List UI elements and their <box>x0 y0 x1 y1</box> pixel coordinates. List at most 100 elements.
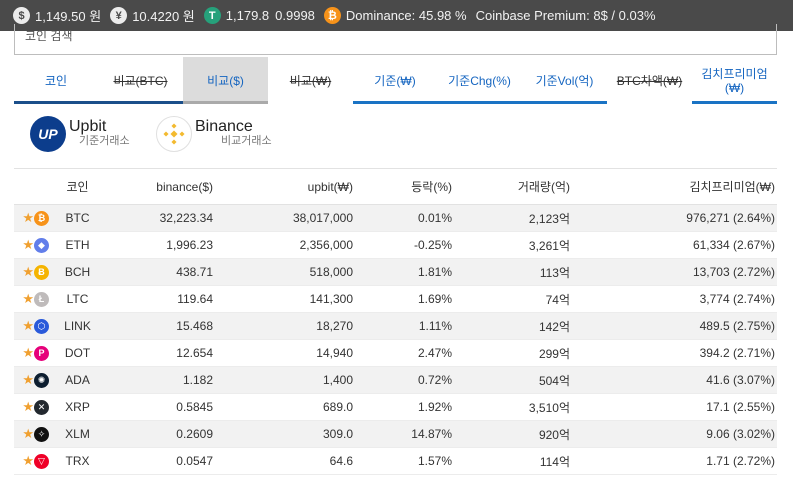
trade-volume: 142억 <box>452 312 570 340</box>
change-percent: 1.92% <box>353 393 452 421</box>
compare-exchange: Binance 비교거래소 <box>156 116 272 152</box>
usdt-rate: T 1,179.8 0.9998 <box>203 7 315 24</box>
kimchi-premium: 61,334 (2.67%) <box>570 231 777 259</box>
coin-icon: ✺ <box>34 372 49 388</box>
change-percent: 14.87% <box>353 420 452 448</box>
kimchi-premium: 489.5 (2.75%) <box>570 312 777 340</box>
binance-price: 1.182 <box>101 366 213 394</box>
binance-price: 0.0547 <box>101 447 213 475</box>
col-binance[interactable]: binance($) <box>101 168 213 205</box>
table-row[interactable]: ★ ◆ ETH 1,996.23 2,356,000 -0.25% 3,261억 61,334… <box>14 231 777 259</box>
usdt-ratio-value: 0.9998 <box>275 8 315 23</box>
binance-price: 1,996.23 <box>101 231 213 259</box>
upbit-price: 64.6 <box>213 447 353 475</box>
binance-price: 32,223.34 <box>101 204 213 232</box>
coin-icon: ✕ <box>34 399 49 415</box>
tab-compare-usd[interactable]: 비교($) <box>183 57 268 104</box>
tab-base-change[interactable]: 기준Chg(%) <box>437 57 522 104</box>
binance-price: 119.64 <box>101 285 213 313</box>
col-change[interactable]: 등락(%) <box>353 168 452 205</box>
favorite-star-icon[interactable]: ★ <box>22 426 34 441</box>
coin-symbol: LINK <box>54 312 101 340</box>
table-row[interactable]: ★ Ł LTC 119.64 141,300 1.69% 74억 3,774 (2.74%) <box>14 285 777 313</box>
table-row[interactable]: ★ ▽ TRX 0.0547 64.6 1.57% 114억 1.71 (2.72%) <box>14 447 777 475</box>
trade-volume: 920억 <box>452 420 570 448</box>
kimchi-premium: 17.1 (2.55%) <box>570 393 777 421</box>
favorite-star-icon[interactable]: ★ <box>22 453 34 468</box>
favorite-star-icon[interactable]: ★ <box>22 399 34 414</box>
table-row[interactable]: ★ ✺ ADA 1.182 1,400 0.72% 504억 41.6 (3.07%) <box>14 366 777 394</box>
bitcoin-icon: ₿ <box>323 7 341 24</box>
favorite-star-icon[interactable]: ★ <box>22 237 34 252</box>
col-volume[interactable]: 거래량(억) <box>452 168 570 205</box>
table-row[interactable]: ★ ⬡ LINK 15.468 18,270 1.11% 142억 489.5 (2.75%) <box>14 312 777 340</box>
kimchi-premium: 13,703 (2.72%) <box>570 258 777 286</box>
table-row[interactable]: ★ ✧ XLM 0.2609 309.0 14.87% 920억 9.06 (3.02%) <box>14 420 777 448</box>
tab-btc-diff[interactable]: BTC차액(₩) <box>607 57 692 104</box>
kimchi-premium: 1.71 (2.72%) <box>570 447 777 475</box>
change-percent: 0.72% <box>353 366 452 394</box>
price-compare-table: 코인 binance($) upbit(₩) 등락(%) 거래량(억) 김치프리… <box>14 168 777 475</box>
usd-rate-value: 1,149.50 원 <box>35 9 102 24</box>
tether-icon: T <box>203 7 221 24</box>
coin-symbol: LTC <box>54 285 101 313</box>
table-row[interactable]: ★ Ƀ BCH 438.71 518,000 1.81% 113억 13,703 (2.72%… <box>14 258 777 286</box>
coin-icon: ₿ <box>34 210 49 226</box>
table-row[interactable]: ★ ₿ BTC 32,223.34 38,017,000 0.01% 2,123억 976,2… <box>14 204 777 232</box>
change-percent: 1.11% <box>353 312 452 340</box>
favorite-star-icon[interactable]: ★ <box>22 210 34 225</box>
coin-icon: Ƀ <box>34 264 49 280</box>
trade-volume: 3,261억 <box>452 231 570 259</box>
tab-label: 기준Vol(억) <box>535 73 594 88</box>
tab-label: 김치프리미엄(₩) <box>701 66 768 95</box>
upbit-price: 141,300 <box>213 285 353 313</box>
binance-logo <box>156 116 192 152</box>
favorite-star-icon[interactable]: ★ <box>22 345 34 360</box>
tab-label: BTC차액(₩) <box>616 73 683 88</box>
tab-kimchi-premium[interactable]: 김치프리미엄(₩) <box>692 57 777 104</box>
favorite-star-icon[interactable]: ★ <box>22 264 34 279</box>
coin-icon: ⬡ <box>34 318 49 334</box>
coin-symbol: DOT <box>54 339 101 367</box>
favorite-star-icon[interactable]: ★ <box>22 372 34 387</box>
col-upbit[interactable]: upbit(₩) <box>213 168 353 205</box>
tab-compare-btc[interactable]: 비교(BTC) <box>98 57 183 104</box>
search-placeholder: 코인 검색 <box>25 29 73 43</box>
coin-icon: ✧ <box>34 426 49 442</box>
view-tabs: 코인 비교(BTC) 비교($) 비교(₩) 기준(₩) 기준Chg(%) 기준… <box>14 57 777 104</box>
compare-exchange-caption: 비교거래소 <box>221 135 272 147</box>
kimchi-premium: 976,271 (2.64%) <box>570 204 777 232</box>
change-percent: 1.57% <box>353 447 452 475</box>
coin-symbol: TRX <box>54 447 101 475</box>
upbit-price: 309.0 <box>213 420 353 448</box>
upbit-price: 2,356,000 <box>213 231 353 259</box>
kimchi-premium: 394.2 (2.71%) <box>570 339 777 367</box>
coinbase-premium-value: Coinbase Premium: 8$ / 0.03% <box>475 8 656 23</box>
usdt-rate-value: 1,179.8 <box>225 8 270 23</box>
dollar-icon: $ <box>13 7 30 24</box>
change-percent: -0.25% <box>353 231 452 259</box>
jpy-rate: ¥ 10.4220 원 <box>110 6 195 25</box>
trade-volume: 504억 <box>452 366 570 394</box>
dominance-value: Dominance: 45.98 % <box>345 8 467 23</box>
coin-symbol: ADA <box>54 366 101 394</box>
upbit-price: 18,270 <box>213 312 353 340</box>
kimchi-premium: 41.6 (3.07%) <box>570 366 777 394</box>
tab-base-krw[interactable]: 기준(₩) <box>353 57 437 104</box>
change-percent: 0.01% <box>353 204 452 232</box>
tab-label: 기준(₩) <box>374 73 416 88</box>
table-row[interactable]: ★ P DOT 12.654 14,940 2.47% 299억 394.2 (2.71%) <box>14 339 777 367</box>
binance-price: 0.5845 <box>101 393 213 421</box>
table-body: ★ ₿ BTC 32,223.34 38,017,000 0.01% 2,123억 976,2… <box>14 204 777 475</box>
tab-compare-krw[interactable]: 비교(₩) <box>268 57 353 104</box>
search-input[interactable]: 코인 검색 <box>14 24 777 55</box>
table-row[interactable]: ★ ✕ XRP 0.5845 689.0 1.92% 3,510억 17.1 (2.55%) <box>14 393 777 421</box>
favorite-star-icon[interactable]: ★ <box>22 318 34 333</box>
favorite-star-icon[interactable]: ★ <box>22 291 34 306</box>
tab-coin[interactable]: 코인 <box>14 57 98 104</box>
col-coin[interactable]: 코인 <box>54 168 101 205</box>
tab-label: 코인 <box>44 73 68 88</box>
binance-price: 15.468 <box>101 312 213 340</box>
tab-base-volume[interactable]: 기준Vol(억) <box>522 57 607 104</box>
col-kimchi-premium[interactable]: 김치프리미엄(₩) <box>570 168 777 205</box>
